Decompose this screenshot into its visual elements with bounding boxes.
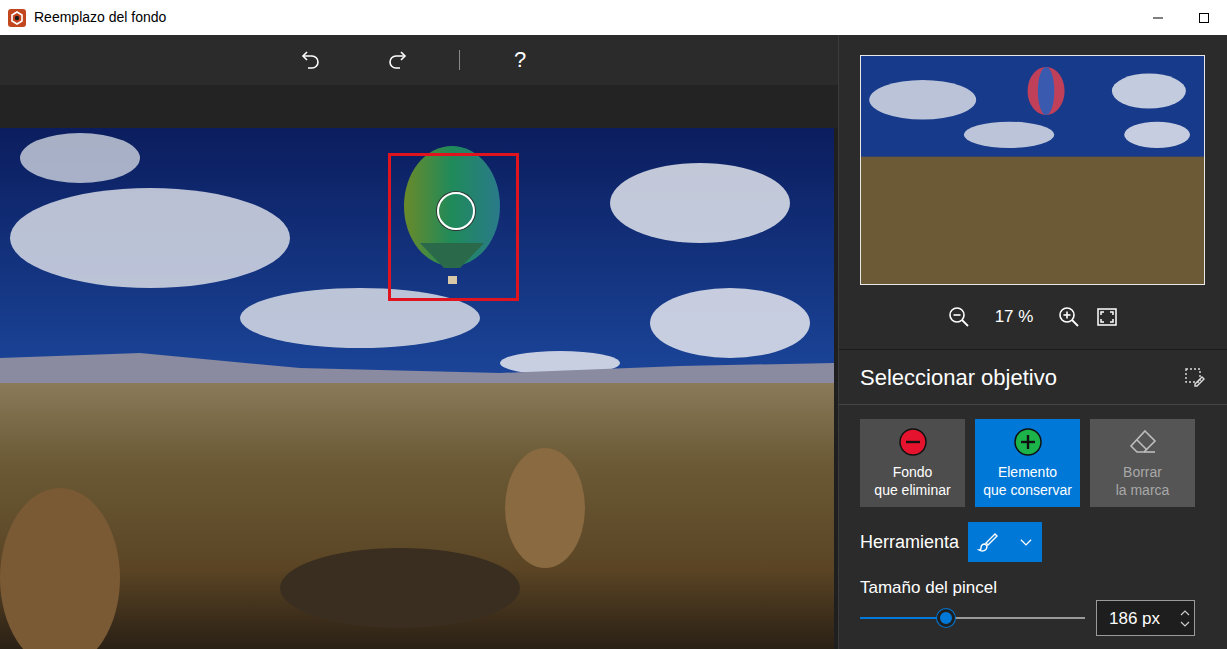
brush-size-field[interactable]: 186 px <box>1096 600 1195 636</box>
mode-label-line: Fondo <box>874 463 950 481</box>
tool-label: Herramienta <box>860 529 959 556</box>
fit-screen-icon[interactable] <box>1096 306 1118 328</box>
side-panel: 17 % Seleccionar objetivo Fondoque elimi <box>838 35 1227 649</box>
select-target-section: Seleccionar objetivo Fondoque eliminar El… <box>839 349 1227 649</box>
add-circle-icon <box>1013 427 1043 457</box>
mode-label: Fondoque eliminar <box>874 463 950 499</box>
section-title: Seleccionar objetivo <box>860 361 1057 394</box>
spin-up-icon[interactable] <box>1180 609 1190 617</box>
zoom-in-icon[interactable] <box>1058 306 1080 328</box>
title-bar: Reemplazo del fondo <box>0 0 1227 35</box>
tool-dropdown[interactable] <box>968 522 1042 562</box>
slider-fill <box>860 617 946 619</box>
mode-label: Borrarla marca <box>1116 463 1170 499</box>
minimize-button[interactable] <box>1135 0 1181 35</box>
mode-label-line: que conservar <box>983 481 1072 499</box>
chevron-down-icon <box>1018 534 1034 550</box>
zoom-out-icon[interactable] <box>948 306 970 328</box>
brush-size-label: Tamaño del pincel <box>860 578 1227 598</box>
maximize-button[interactable] <box>1181 0 1227 35</box>
zoom-reading: 17 % <box>984 304 1044 330</box>
canvas-pane: ? <box>0 35 838 649</box>
preview-thumbnail[interactable] <box>860 55 1205 285</box>
toolbar-separator <box>459 50 460 70</box>
maximize-icon <box>1198 12 1210 24</box>
app-icon <box>8 9 26 27</box>
undo-icon[interactable] <box>299 48 323 72</box>
mode-button[interactable]: Fondoque eliminar <box>860 419 965 507</box>
photo-canvas[interactable] <box>0 128 834 649</box>
mode-button: Borrarla marca <box>1090 419 1195 507</box>
brush-size-slider[interactable] <box>860 600 1085 636</box>
brush-size-value: 186 px <box>1109 606 1180 632</box>
window-title: Reemplazo del fondo <box>34 7 166 28</box>
eraser-icon <box>1128 427 1158 457</box>
slider-thumb[interactable] <box>937 609 955 627</box>
toolbar: ? <box>0 35 838 85</box>
mode-label-line: la marca <box>1116 481 1170 499</box>
redo-icon[interactable] <box>385 48 409 72</box>
preview-photo <box>861 56 1204 284</box>
minimize-icon <box>1152 12 1164 24</box>
mode-label-line: Borrar <box>1116 463 1170 481</box>
selection-edit-icon[interactable] <box>1183 366 1205 388</box>
remove-circle-icon <box>898 427 928 457</box>
mode-buttons: Fondoque eliminar Elementoque conservar Bo… <box>839 405 1227 507</box>
highlight-box <box>388 153 519 301</box>
mode-label-line: que eliminar <box>874 481 950 499</box>
canvas-margin <box>0 85 838 128</box>
brush-cursor <box>437 192 475 230</box>
slider-track <box>860 617 1085 619</box>
spin-down-icon[interactable] <box>1180 620 1190 628</box>
landscape-photo <box>0 128 834 649</box>
help-button[interactable]: ? <box>512 49 528 71</box>
mode-label: Elementoque conservar <box>983 463 1072 499</box>
mode-button[interactable]: Elementoque conservar <box>975 419 1080 507</box>
brush-icon <box>976 531 998 553</box>
zoom-bar: 17 % <box>839 285 1227 349</box>
mode-label-line: Elemento <box>983 463 1072 481</box>
